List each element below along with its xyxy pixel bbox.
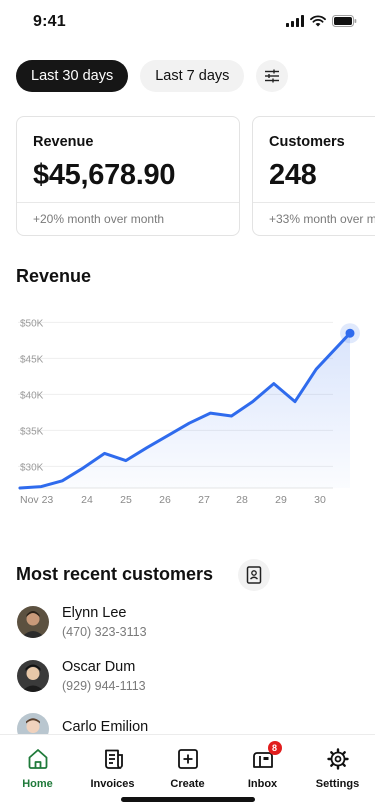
last-point (345, 328, 355, 338)
recent-customers-title: Most recent customers (16, 564, 214, 584)
y-tick-label: $45K (20, 354, 44, 365)
revenue-card[interactable]: Revenue $45,678.90 +20% month over month (16, 116, 240, 236)
battery-icon (332, 15, 357, 27)
card-delta: +33% month over month (269, 212, 375, 226)
tab-label: Home (22, 778, 53, 790)
date-range-filters: Last 30 days Last 7 days (16, 60, 289, 92)
customer-row[interactable]: Elynn Lee (470) 323-3113 (17, 605, 147, 639)
sliders-icon (265, 69, 280, 83)
customers-card[interactable]: Customers 248 +33% month over month (252, 116, 375, 236)
metric-cards: Revenue $45,678.90 +20% month over month… (16, 116, 375, 236)
filter-last-7-days[interactable]: Last 7 days (140, 60, 245, 92)
inbox-icon: 8 (251, 741, 282, 771)
card-divider (17, 202, 239, 203)
card-value: $45,678.90 (33, 159, 176, 191)
x-tick-label: 29 (275, 494, 287, 506)
card-title: Customers (269, 134, 345, 150)
inbox-badge: 8 (267, 741, 282, 755)
tab-label: Settings (315, 778, 360, 790)
customer-row[interactable]: Oscar Dum (929) 944-1113 (17, 659, 146, 693)
status-bar: 9:41 (0, 0, 375, 44)
revenue-area (20, 333, 350, 488)
status-time: 9:41 (33, 13, 66, 30)
x-tick-label: 28 (236, 494, 248, 506)
tab-invoices[interactable]: Invoices (75, 735, 150, 795)
tab-label: Invoices (90, 778, 135, 790)
home-indicator (121, 797, 255, 802)
x-tick-label: 26 (159, 494, 171, 506)
contacts-button[interactable] (238, 559, 270, 591)
y-tick-label: $40K (20, 390, 44, 401)
home-icon (26, 747, 50, 771)
customer-name: Oscar Dum (62, 659, 136, 675)
filter-settings-button[interactable] (256, 60, 289, 92)
tab-label: Create (170, 778, 205, 790)
revenue-chart-svg: $50K $45K $40K $35K $30K Nov 23 24 25 26 27 28 29 30 (18, 318, 360, 506)
tab-settings[interactable]: Settings (300, 735, 375, 795)
avatar (17, 660, 49, 692)
x-tick-label: 27 (198, 494, 210, 506)
revenue-chart: $50K $45K $40K $35K $30K Nov 23 24 25 26 27 28 29 30 (0, 298, 375, 518)
signal-icon (286, 15, 304, 27)
customer-phone: (470) 323-3113 (62, 625, 147, 639)
tab-home[interactable]: Home (0, 735, 75, 795)
x-tick-label: 25 (120, 494, 132, 506)
x-tick-label: 24 (81, 494, 93, 506)
y-tick-label: $35K (20, 426, 44, 437)
tab-inbox[interactable]: 8 Inbox (225, 735, 300, 795)
card-title: Revenue (33, 134, 94, 150)
tab-create[interactable]: Create (150, 735, 225, 795)
filter-last-30-days[interactable]: Last 30 days (16, 60, 129, 92)
x-tick-label: Nov 23 (20, 494, 53, 506)
card-divider (253, 202, 375, 203)
revenue-section-title: Revenue (16, 266, 92, 286)
wifi-icon (310, 15, 326, 27)
customer-phone: (929) 944-1113 (62, 679, 146, 693)
x-tick-label: 30 (314, 494, 326, 506)
tab-label: Inbox (247, 778, 278, 790)
avatar (17, 606, 49, 638)
customer-name: Elynn Lee (62, 605, 127, 621)
card-delta: +20% month over month (33, 212, 165, 226)
invoice-icon (101, 747, 125, 771)
y-tick-label: $30K (20, 462, 44, 473)
contact-book-icon (246, 566, 262, 584)
plus-square-icon (176, 747, 200, 771)
customer-name: Carlo Emilion (62, 719, 149, 735)
gear-icon (326, 747, 350, 771)
status-icons (286, 15, 357, 27)
card-value: 248 (269, 159, 317, 191)
y-tick-label: $50K (20, 318, 44, 329)
